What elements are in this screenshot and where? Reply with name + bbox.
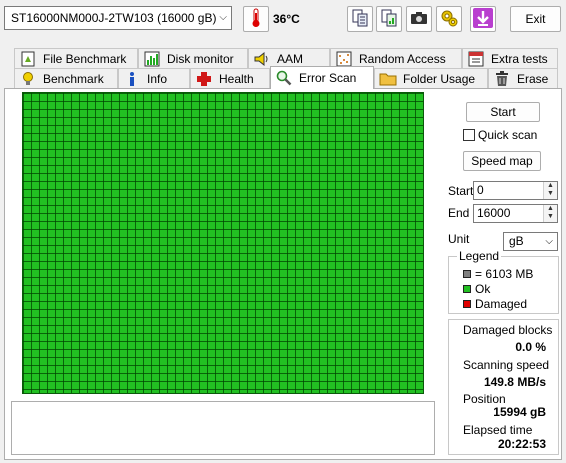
tab-extra-tests[interactable]: Extra tests [462, 48, 558, 68]
elapsed-time-value: 20:22:53 [497, 437, 546, 451]
tab-label: File Benchmark [43, 51, 127, 66]
red-swatch-icon [463, 300, 471, 308]
legend-item-label: Damaged [475, 297, 528, 311]
random-access-icon [335, 51, 353, 67]
legend-item-ok: Ok [463, 282, 490, 296]
copy-text-icon [351, 9, 369, 30]
copy-text-button[interactable] [347, 6, 373, 32]
damaged-blocks-value: 0.0 % [515, 340, 546, 354]
chevron-down-icon: ⌵ [219, 12, 227, 23]
gray-swatch-icon [463, 270, 471, 278]
speaker-icon [253, 51, 271, 67]
spinner-arrows-icon[interactable]: ▲ ▼ [543, 205, 557, 222]
quick-scan-label: Quick scan [478, 128, 538, 142]
tab-random-access[interactable]: Random Access [330, 48, 462, 68]
scan-block-grid [22, 92, 424, 394]
unit-select[interactable]: gB ⌵ [503, 232, 558, 251]
health-icon [195, 71, 213, 87]
position-label: Position [463, 392, 506, 406]
save-button[interactable] [470, 6, 496, 32]
info-icon [123, 71, 141, 87]
end-input[interactable]: 16000 ▲ ▼ [473, 204, 558, 223]
tab-label: Folder Usage [403, 71, 476, 86]
end-input-value: 16000 [477, 206, 511, 220]
screenshot-button[interactable] [406, 6, 432, 32]
tab-label: Info [147, 71, 168, 86]
start-field-label: Start [448, 184, 474, 198]
magnifier-icon [275, 70, 293, 86]
camera-icon [410, 10, 428, 29]
thermometer-icon [250, 8, 262, 31]
end-field-label: End [448, 206, 470, 220]
download-arrow-icon [472, 7, 494, 32]
temperature-readout: 36°C [273, 12, 300, 26]
extra-tests-icon [467, 51, 485, 67]
tab-label: Disk monitor [167, 51, 234, 66]
tab-label: Error Scan [299, 71, 357, 85]
tab-benchmark[interactable]: Benchmark [14, 68, 118, 88]
tab-label: Extra tests [491, 51, 548, 66]
scanning-speed-label: Scanning speed [463, 358, 550, 372]
temperature-button[interactable] [243, 6, 269, 32]
tab-disk-monitor[interactable]: Disk monitor [138, 48, 248, 68]
tab-info[interactable]: Info [118, 68, 190, 88]
green-swatch-icon [463, 285, 471, 293]
trash-icon [493, 70, 511, 87]
damaged-blocks-label: Damaged blocks [463, 323, 553, 337]
legend-item-label: = 6103 MB [475, 267, 534, 281]
quick-scan-checkbox[interactable]: Quick scan [463, 128, 537, 142]
start-input-value: 0 [477, 183, 484, 197]
start-button[interactable]: Start [466, 102, 540, 122]
tab-health[interactable]: Health [190, 68, 270, 88]
exit-button[interactable]: Exit [510, 6, 561, 32]
disk-monitor-icon [143, 51, 161, 67]
tab-file-benchmark[interactable]: File Benchmark [14, 48, 138, 68]
position-value: 15994 gB [493, 405, 546, 419]
copy-image-icon [380, 9, 398, 30]
unit-select-value: gB [509, 234, 524, 248]
settings-button[interactable] [436, 6, 462, 32]
elapsed-time-label: Elapsed time [463, 423, 533, 437]
tab-label: Benchmark [43, 71, 104, 86]
folder-icon [379, 71, 397, 87]
tab-error-scan[interactable]: Error Scan [270, 66, 374, 89]
tab-label: Erase [517, 71, 549, 86]
drive-select-value: ST16000NM000J-2TW103 (16000 gB) [11, 11, 217, 25]
tab-label: Health [219, 71, 254, 86]
tab-folder-usage[interactable]: Folder Usage [374, 68, 488, 88]
start-input[interactable]: 0 ▲ ▼ [473, 181, 558, 200]
drive-select[interactable]: ST16000NM000J-2TW103 (16000 gB) ⌵ [4, 6, 232, 30]
tab-label: Random Access [359, 51, 446, 66]
checkbox-icon [463, 129, 475, 141]
speed-map-button[interactable]: Speed map [463, 151, 541, 171]
scanning-speed-value: 149.8 MB/s [483, 375, 546, 389]
legend-item-block-size: = 6103 MB [463, 267, 533, 281]
file-benchmark-icon [19, 51, 37, 67]
legend-item-label: Ok [475, 282, 491, 296]
legend-item-damaged: Damaged [463, 297, 527, 311]
tab-aam[interactable]: AAM [248, 48, 330, 68]
benchmark-icon [19, 71, 37, 87]
legend-title: Legend [457, 249, 502, 263]
scan-log-box[interactable] [11, 401, 435, 455]
chevron-down-icon: ⌵ [545, 236, 553, 247]
unit-label: Unit [448, 232, 470, 246]
copy-image-button[interactable] [376, 6, 402, 32]
gear-icon [439, 8, 459, 31]
spinner-arrows-icon[interactable]: ▲ ▼ [543, 182, 557, 199]
tab-label: AAM [277, 51, 304, 66]
tab-erase[interactable]: Erase [488, 68, 558, 88]
